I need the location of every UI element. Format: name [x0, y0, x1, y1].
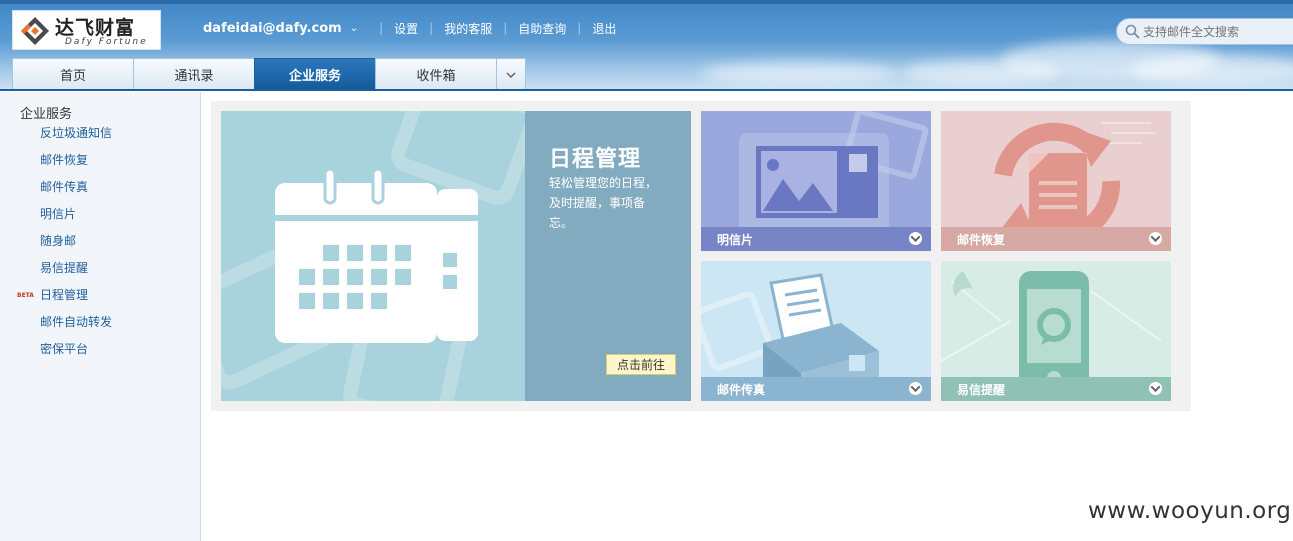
search-icon[interactable]	[1125, 24, 1140, 39]
sidebar-item-yixin-reminder[interactable]: 易信提醒	[0, 256, 200, 283]
tab-home[interactable]: 首页	[12, 58, 133, 90]
settings-link[interactable]: 设置	[394, 20, 418, 37]
watermark: www.wooyun.org	[1088, 498, 1292, 524]
search-input[interactable]	[1143, 22, 1293, 41]
logo-text: 达飞财富	[55, 17, 136, 39]
divider: |	[503, 21, 508, 35]
sidebar-item-postcard[interactable]: 明信片	[0, 202, 200, 229]
beta-badge: BETA	[17, 292, 34, 299]
chevron-down-icon[interactable]: ⌄	[350, 23, 358, 34]
sidebar: 企业服务 反垃圾通知信 邮件恢复 邮件传真 明信片 随身邮 易信提醒 BETA …	[0, 92, 201, 541]
search-box[interactable]	[1116, 18, 1293, 45]
sidebar-item-mail-fax[interactable]: 邮件传真	[0, 175, 200, 202]
hero-description: 轻松管理您的日程，及时提醒，事项备忘。	[549, 176, 658, 230]
user-nav: dafeidai@dafy.com ⌄ | 设置 | 我的客服 | 自助查询 |…	[203, 19, 616, 37]
tile-yixin-reminder[interactable]: 易信提醒	[941, 261, 1171, 401]
sidebar-item-label: 密保平台	[40, 342, 89, 356]
divider: |	[429, 21, 434, 35]
chevron-down-icon[interactable]	[909, 382, 922, 395]
sidebar-item-label: 随身邮	[40, 234, 77, 248]
sidebar-item-anti-spam[interactable]: 反垃圾通知信	[0, 121, 200, 148]
tile-footer: 邮件传真	[701, 377, 931, 401]
sidebar-item-schedule[interactable]: BETA 日程管理	[0, 283, 200, 310]
tile-footer: 易信提醒	[941, 377, 1171, 401]
self-service-link[interactable]: 自助查询	[518, 20, 566, 37]
logo-subtext: Dafy Fortune	[65, 37, 148, 47]
chevron-down-icon[interactable]	[1149, 382, 1162, 395]
more-tabs-button[interactable]	[496, 58, 526, 90]
sidebar-item-mobile-mail[interactable]: 随身邮	[0, 229, 200, 256]
tab-inbox[interactable]: 收件箱	[375, 58, 496, 90]
tile-label: 邮件传真	[717, 382, 766, 397]
sidebar-item-auto-forward[interactable]: 邮件自动转发	[0, 310, 200, 337]
sidebar-item-label: 日程管理	[40, 288, 89, 302]
tile-postcard[interactable]: 明信片	[701, 111, 931, 251]
chevron-down-icon	[506, 72, 516, 78]
logo[interactable]: 达飞财富 Dafy Fortune	[12, 10, 161, 50]
chevron-down-icon[interactable]	[1149, 232, 1162, 245]
hero-title: 日程管理	[549, 147, 642, 172]
top-strip	[0, 0, 1293, 4]
tile-label: 明信片	[717, 232, 754, 247]
dafy-logo-icon	[21, 17, 49, 45]
tile-footer: 邮件恢复	[941, 227, 1171, 251]
tab-underline	[0, 89, 1293, 91]
chevron-down-icon[interactable]	[909, 232, 922, 245]
go-button[interactable]: 点击前往	[606, 354, 676, 375]
sidebar-item-mail-recovery[interactable]: 邮件恢复	[0, 148, 200, 175]
sidebar-item-label: 邮件自动转发	[40, 315, 113, 329]
sidebar-item-label: 邮件传真	[40, 180, 89, 194]
schedule-hero-card[interactable]: 日程管理 轻松管理您的日程，及时提醒，事项备忘。 点击前往	[221, 111, 691, 401]
tile-mail-recovery[interactable]: 邮件恢复	[941, 111, 1171, 251]
tile-mail-fax[interactable]: 邮件传真	[701, 261, 931, 401]
divider: |	[379, 21, 384, 35]
divider: |	[577, 21, 582, 35]
sidebar-item-label: 邮件恢复	[40, 153, 89, 167]
sidebar-item-label: 反垃圾通知信	[40, 126, 113, 140]
sidebar-item-label: 易信提醒	[40, 261, 89, 275]
customer-service-link[interactable]: 我的客服	[444, 20, 492, 37]
tab-enterprise-services[interactable]: 企业服务	[254, 58, 375, 90]
tile-label: 邮件恢复	[957, 232, 1006, 247]
sidebar-item-label: 明信片	[40, 207, 77, 221]
sidebar-list: 反垃圾通知信 邮件恢复 邮件传真 明信片 随身邮 易信提醒 BETA 日程管理 …	[0, 121, 200, 364]
tile-label: 易信提醒	[957, 382, 1006, 397]
user-email[interactable]: dafeidai@dafy.com	[203, 21, 342, 36]
logout-link[interactable]: 退出	[592, 20, 616, 37]
main-tabs: 首页 通讯录 企业服务 收件箱	[12, 57, 526, 91]
app-header: 达飞财富 Dafy Fortune dafeidai@dafy.com ⌄ | …	[0, 0, 1293, 91]
hero-info-panel: 日程管理 轻松管理您的日程，及时提醒，事项备忘。 点击前往	[525, 111, 691, 401]
tab-contacts[interactable]: 通讯录	[133, 58, 254, 90]
tile-footer: 明信片	[701, 227, 931, 251]
sidebar-item-security-platform[interactable]: 密保平台	[0, 337, 200, 364]
calendar-icon	[275, 169, 478, 343]
sidebar-title: 企业服务	[20, 107, 73, 122]
services-panel: 日程管理 轻松管理您的日程，及时提醒，事项备忘。 点击前往 明信片 邮件恢复 邮…	[211, 101, 1191, 411]
